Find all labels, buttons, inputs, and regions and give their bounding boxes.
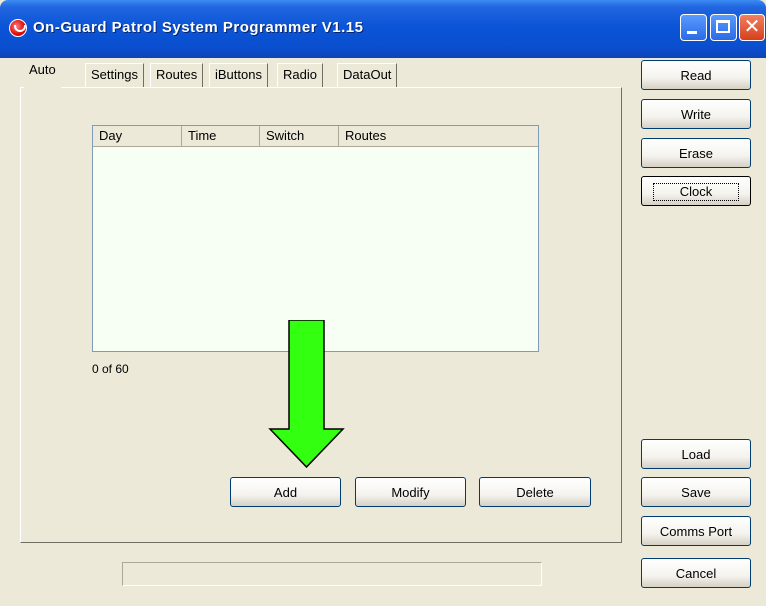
schedule-list[interactable]: Day Time Switch Routes — [92, 125, 539, 352]
add-button[interactable]: Add — [230, 477, 341, 507]
title-bar[interactable]: On-Guard Patrol System Programmer V1.15 … — [0, 0, 766, 58]
read-button[interactable]: Read — [641, 60, 751, 90]
column-header-switch[interactable]: Switch — [260, 126, 339, 146]
load-button[interactable]: Load — [641, 439, 751, 469]
delete-button[interactable]: Delete — [479, 477, 591, 507]
tab-routes[interactable]: Routes — [150, 63, 204, 87]
comms-port-button[interactable]: Comms Port — [641, 516, 751, 546]
modify-button[interactable]: Modify — [355, 477, 466, 507]
column-header-routes[interactable]: Routes — [339, 126, 539, 146]
cancel-button[interactable]: Cancel — [641, 558, 751, 588]
tab-ibuttons[interactable]: iButtons — [209, 63, 268, 87]
window-title: On-Guard Patrol System Programmer V1.15 — [33, 19, 364, 36]
clock-button-label: Clock — [652, 183, 740, 201]
minimize-button[interactable] — [680, 14, 707, 41]
clock-button[interactable]: Clock — [641, 176, 751, 206]
app-icon[interactable] — [9, 19, 27, 37]
list-header: Day Time Switch Routes — [93, 126, 538, 147]
close-icon: ✕ — [743, 16, 761, 38]
column-header-time[interactable]: Time — [182, 126, 260, 146]
tab-radio[interactable]: Radio — [277, 63, 323, 87]
erase-button[interactable]: Erase — [641, 138, 751, 168]
column-header-day[interactable]: Day — [93, 126, 182, 146]
maximize-button[interactable] — [710, 14, 737, 41]
close-button[interactable]: ✕ — [739, 14, 765, 41]
save-button[interactable]: Save — [641, 477, 751, 507]
status-bar — [122, 562, 542, 586]
tab-settings[interactable]: Settings — [85, 63, 144, 87]
down-arrow-icon — [268, 320, 345, 468]
tab-dataout[interactable]: DataOut — [337, 63, 398, 87]
tab-auto[interactable]: Auto — [24, 59, 61, 89]
entry-count-label: 0 of 60 — [92, 362, 129, 376]
write-button[interactable]: Write — [641, 99, 751, 129]
app-window: On-Guard Patrol System Programmer V1.15 … — [0, 0, 766, 606]
